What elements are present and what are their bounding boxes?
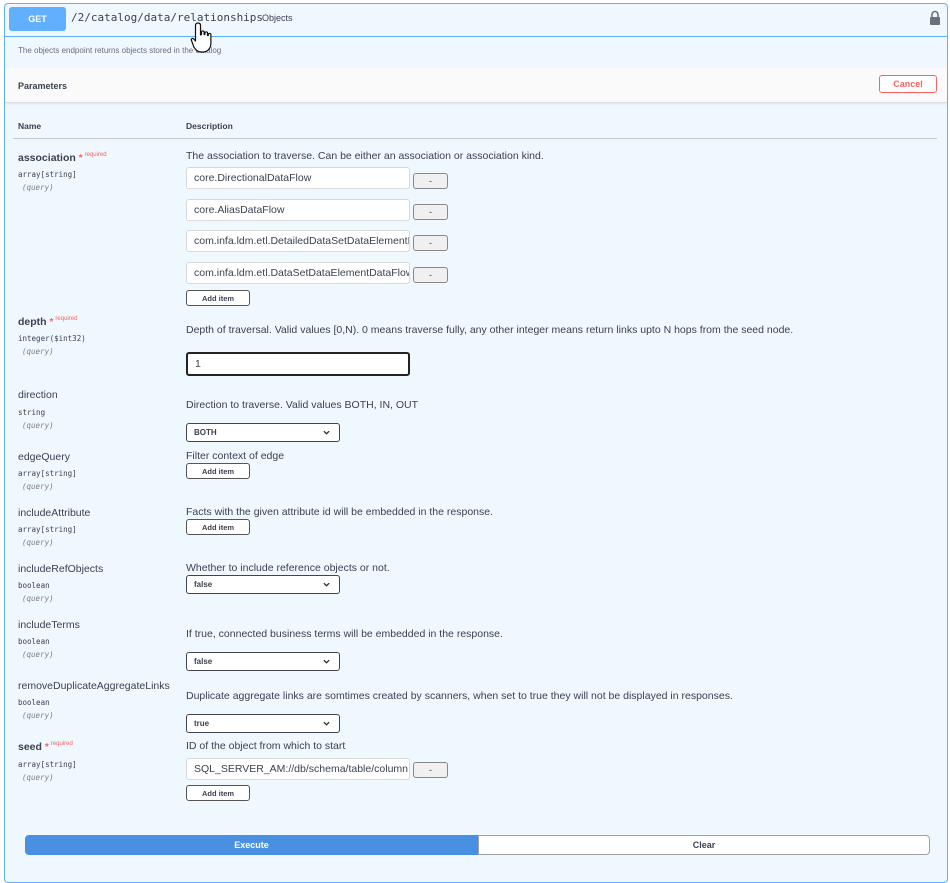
param-desc-includeterms: If true, connected business terms will b… [186,628,503,640]
param-name-seed: seed * required [18,741,73,753]
direction-select[interactable]: BOTH [186,423,340,442]
opblock-get: GET /2/catalog/data/relationships Object… [4,3,948,883]
param-name-edgequery: edgeQuery [18,451,70,463]
param-desc-includerefobjects: Whether to include reference objects or … [186,562,390,574]
chevron-down-icon [323,659,330,664]
includeterms-select[interactable]: false [186,652,340,671]
param-in-association: (query) [22,183,54,192]
column-header-description: Description [186,121,233,131]
endpoint-summary: Objects [262,13,293,23]
param-type-removeduplicateaggregatelinks: boolean [18,698,50,707]
param-type-seed: array[string] [18,760,77,769]
param-type-includeterms: boolean [18,637,50,646]
param-desc-direction: Direction to traverse. Valid values BOTH… [186,399,419,411]
param-in-seed: (query) [22,773,54,782]
param-type-depth: integer($int32) [18,334,86,343]
param-name-depth: depth * required [18,316,78,328]
lock-icon[interactable] [929,10,941,26]
add-item-button[interactable]: Add item [186,463,250,479]
param-in-direction: (query) [22,421,54,430]
required-star: * [49,317,54,328]
param-type-direction: string [18,408,46,417]
includerefobjects-select[interactable]: false [186,575,340,594]
association-item-input[interactable]: core.DirectionalDataFlow [186,167,410,189]
removeduplicateaggregatelinks-select[interactable]: true [186,714,340,733]
param-name-association: association * required [18,152,107,164]
add-item-button[interactable]: Add item [186,785,250,801]
endpoint-path[interactable]: /2/catalog/data/relationships [71,11,263,24]
param-name-direction: direction [18,389,58,401]
execute-wrapper: Execute Clear [25,835,930,855]
chevron-down-icon [323,721,330,726]
param-in-removeduplicateaggregatelinks: (query) [22,711,54,720]
param-in-includerefobjects: (query) [22,594,54,603]
association-item-input[interactable]: com.infa.ldm.etl.DetailedDataSetDataElem… [186,230,410,252]
removeduplicateaggregatelinks-select-value: true [194,719,210,728]
execute-button[interactable]: Execute [25,835,478,855]
seed-item-input[interactable]: SQL_SERVER_AM://db/schema/table/column [186,758,410,780]
add-item-button[interactable]: Add item [186,290,250,306]
column-divider [13,138,937,139]
cancel-button[interactable]: Cancel [879,75,937,93]
chevron-down-icon [323,430,330,435]
required-star: * [44,742,49,753]
param-type-includerefobjects: boolean [18,581,50,590]
opblock-summary[interactable]: GET /2/catalog/data/relationships Object… [5,4,947,37]
required-label: required [84,152,107,158]
clear-button[interactable]: Clear [478,835,930,855]
hand-cursor-icon [190,22,212,53]
remove-item-button[interactable]: - [413,267,448,283]
includerefobjects-select-value: false [194,580,213,589]
param-name-includeattribute: includeAttribute [18,507,91,519]
param-type-edgequery: array[string] [18,469,77,478]
param-in-includeattribute: (query) [22,538,54,547]
param-desc-removeduplicateaggregatelinks: Duplicate aggregate links are somtimes c… [186,690,733,702]
required-label: required [55,316,78,322]
add-item-button[interactable]: Add item [186,519,250,535]
column-header-name: Name [18,121,42,131]
param-name-includeterms: includeTerms [18,619,80,631]
remove-item-button[interactable]: - [413,204,448,220]
method-badge: GET [9,7,66,31]
param-desc-includeattribute: Facts with the given attribute id will b… [186,506,494,518]
association-item-input[interactable]: core.AliasDataFlow [186,199,410,221]
includeterms-select-value: false [194,657,213,666]
direction-select-value: BOTH [194,428,217,437]
param-desc-association: The association to traverse. Can be eith… [186,150,544,162]
param-in-includeterms: (query) [22,650,54,659]
association-item-input[interactable]: com.infa.ldm.etl.DataSetDataElementDataF… [186,262,410,284]
param-name-includerefobjects: includeRefObjects [18,563,104,575]
parameters-title: Parameters [18,81,68,91]
remove-item-button[interactable]: - [413,762,448,778]
param-type-association: array[string] [18,170,77,179]
chevron-down-icon [323,582,330,587]
depth-input[interactable]: 1 [186,352,410,376]
param-desc-edgequery: Filter context of edge [186,450,285,462]
param-type-includeattribute: array[string] [18,525,77,534]
param-name-removeduplicateaggregatelinks: removeDuplicateAggregateLinks [18,680,170,692]
param-desc-seed: ID of the object from which to start [186,740,346,752]
parameters-header: Parameters Cancel [5,68,947,103]
remove-item-button[interactable]: - [413,173,448,189]
required-star: * [78,153,83,164]
param-desc-depth: Depth of traversal. Valid values [0,N). … [186,324,794,336]
param-in-edgequery: (query) [22,482,54,491]
remove-item-button[interactable]: - [413,235,448,251]
param-in-depth: (query) [22,347,54,356]
required-label: required [50,741,73,747]
